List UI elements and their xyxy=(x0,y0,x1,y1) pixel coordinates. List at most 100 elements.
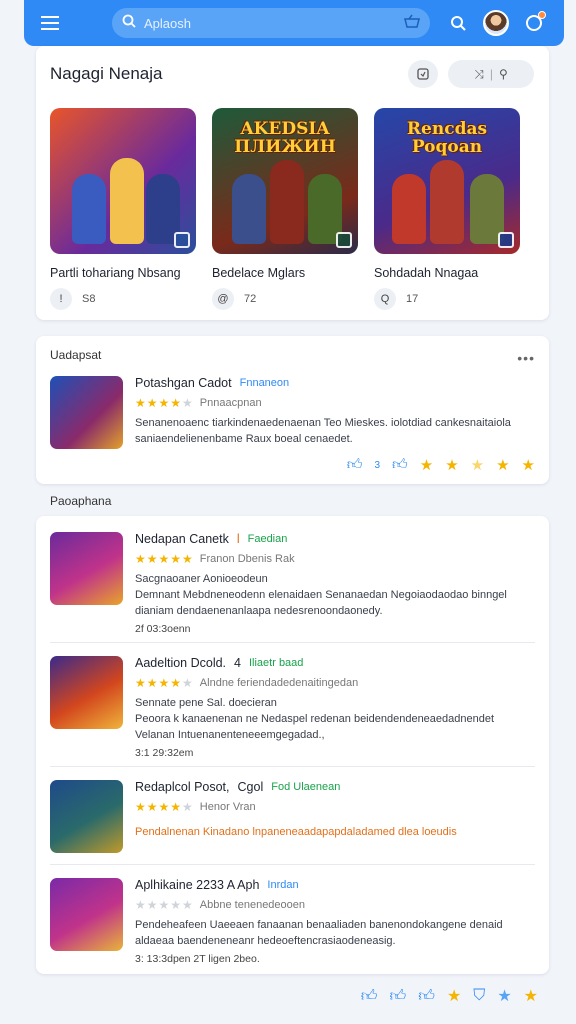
list-item[interactable]: Nedapan Canetk l Faedian ★★★★★ Franon Db… xyxy=(50,532,535,635)
game-count: 17 xyxy=(406,293,419,305)
item-title: Aadeltion Dcold. xyxy=(135,656,227,670)
item-title: Nedapan Canetk xyxy=(135,532,229,546)
popular-card: Nedapan Canetk l Faedian ★★★★★ Franon Db… xyxy=(36,516,549,974)
featured-card: Nagagi Nenaja ⤨ | ⚲ Partli tohariang Nbs… xyxy=(36,46,549,320)
search-icon xyxy=(122,14,136,33)
thumb-up-icon[interactable]: 👍︎ xyxy=(361,987,378,1006)
game-logo: AKEDSIA ПЛИЖИН xyxy=(234,119,336,157)
rating-stars: ★★★★★ xyxy=(135,898,194,912)
game-title: Bedelace Mglars xyxy=(212,266,306,280)
item-thumbnail[interactable] xyxy=(50,532,123,605)
section-title: Paoaphana xyxy=(50,494,112,508)
rating-stars: ★★★★★ xyxy=(135,396,194,410)
game-count: S8 xyxy=(82,293,96,305)
shield-icon[interactable]: ⛉ xyxy=(473,987,485,1005)
divider xyxy=(50,864,535,865)
item-title: Redaplcol Posot, xyxy=(135,780,230,794)
item-meta: 3: 13:3dpen 2T ligen 2beo. xyxy=(135,953,260,965)
app-header xyxy=(24,0,564,46)
search-icon[interactable] xyxy=(444,9,472,37)
avatar[interactable] xyxy=(482,9,510,37)
search-icon[interactable]: ⚲ xyxy=(499,67,508,81)
list-item[interactable]: Aplhikaine 2233 A Aph Inrdan ★★★★★ Abbne… xyxy=(50,878,535,965)
item-meta: 2f 03:3oenn xyxy=(135,623,191,635)
list-item[interactable]: Redaplcol Posot, Cgol Fod Ulaenean ★★★★★… xyxy=(50,780,535,853)
rating-stars: ★★★★★ xyxy=(135,676,194,690)
item-description: Pendalnenan Kinadano lnpaneneaadapapdala… xyxy=(135,826,457,838)
item-title-mark: l xyxy=(236,532,240,546)
square-icon xyxy=(417,68,429,80)
divider xyxy=(50,642,535,643)
item-thumbnail[interactable] xyxy=(50,780,123,853)
divider xyxy=(50,766,535,767)
rating-text: Abbne tenenedeooen xyxy=(199,899,306,911)
filter-button[interactable] xyxy=(408,60,438,88)
star-icon[interactable]: ★ xyxy=(447,986,461,1006)
item-tag: Faedian xyxy=(247,533,288,545)
star-icon[interactable]: ★ xyxy=(524,986,538,1006)
rating-text: Pnnaacpnan xyxy=(199,397,262,409)
basket-icon[interactable] xyxy=(404,14,420,33)
item-tag: Fod Ulaenean xyxy=(271,781,341,793)
star-icon[interactable]: ★ xyxy=(420,456,433,474)
thumb-up-icon[interactable]: 👍︎ xyxy=(418,987,435,1006)
like-count: 3 xyxy=(374,459,381,471)
game-tile[interactable]: Rencdas Poqoan Sohdadah Nnagaa Q 17 xyxy=(374,108,520,310)
thumb-up-icon[interactable]: 👍︎ xyxy=(347,456,363,474)
item-thumbnail[interactable] xyxy=(50,656,123,729)
game-title: Partli tohariang Nbsang xyxy=(50,266,181,280)
rating-text: Henor Vran xyxy=(199,801,256,813)
game-thumbnail[interactable] xyxy=(50,108,196,254)
item-tag: Fnnaneon xyxy=(239,377,290,389)
at-icon[interactable]: @ xyxy=(212,288,234,310)
search-icon[interactable]: Q xyxy=(374,288,396,310)
game-thumbnail[interactable]: AKEDSIA ПЛИЖИН xyxy=(212,108,358,254)
rating-stars: ★★★★★ xyxy=(135,552,194,566)
view-toggle[interactable]: ⤨ | ⚲ xyxy=(448,60,534,88)
updates-card: Uadapsat ••• Potashgan Cadot Fnnaneon ★★… xyxy=(36,336,549,484)
info-icon[interactable]: ! xyxy=(50,288,72,310)
rating-text: Alndne feriendadedenaitingedan xyxy=(199,677,359,689)
item-tag: Inrdan xyxy=(267,879,299,891)
search-input[interactable] xyxy=(144,15,396,31)
item-thumbnail[interactable] xyxy=(50,878,123,951)
page-title: Nagagi Nenaja xyxy=(50,64,163,83)
star-icon[interactable]: ★ xyxy=(445,456,458,474)
menu-icon[interactable] xyxy=(36,9,64,37)
list-item[interactable]: Aadeltion Dcold. 4 Iliaetr baad ★★★★★ Al… xyxy=(50,656,535,759)
item-meta: 3:1 29:32em xyxy=(135,747,194,759)
notification-icon[interactable] xyxy=(520,9,548,37)
list-item[interactable]: Potashgan Cadot Fnnaneon ★★★★★ Pnnaacpna… xyxy=(50,376,535,449)
thumb-up-icon[interactable]: 👍︎ xyxy=(389,987,406,1006)
game-logo: Rencdas Poqoan xyxy=(406,119,488,157)
rating-stars: ★★★★★ xyxy=(135,800,194,814)
section-title: Uadapsat xyxy=(50,348,102,362)
item-title: Aplhikaine 2233 A Aph xyxy=(135,878,260,892)
featured-games: Partli tohariang Nbsang ! S8 AKEDSIA ПЛИ… xyxy=(50,108,520,310)
game-title: Sohdadah Nnagaa xyxy=(374,266,479,280)
star-icon[interactable]: ★ xyxy=(497,986,511,1006)
item-description: Peoora k kanaenenan ne Nedaspel redenan … xyxy=(135,713,495,741)
star-half-icon[interactable]: ★ xyxy=(471,456,484,474)
item-description: Senanenoaenc tiarkindenaedenaenan Teo Mi… xyxy=(135,417,511,445)
thumb-up-icon[interactable]: 👍︎ xyxy=(392,456,408,474)
shuffle-icon[interactable]: ⤨ xyxy=(474,67,484,82)
more-options-icon[interactable]: ••• xyxy=(517,350,535,366)
search-bar[interactable] xyxy=(112,8,430,38)
item-title: Potashgan Cadot xyxy=(135,376,232,390)
footer-actions: 👍︎ 👍︎ 👍︎ ★ ⛉ ★ ★ xyxy=(361,986,538,1006)
game-tile[interactable]: AKEDSIA ПЛИЖИН Bedelace Mglars @ 72 xyxy=(212,108,358,310)
game-count: 72 xyxy=(244,293,257,305)
item-description: Demnant Mebdneneodenn elenaidaen Senanae… xyxy=(135,589,507,617)
game-thumbnail[interactable]: Rencdas Poqoan xyxy=(374,108,520,254)
item-actions: 👍︎ 3 👍︎ ★ ★ ★ ★ ★ xyxy=(347,456,535,474)
star-icon[interactable]: ★ xyxy=(522,456,535,474)
game-tile[interactable]: Partli tohariang Nbsang ! S8 xyxy=(50,108,196,310)
star-icon[interactable]: ★ xyxy=(496,456,509,474)
item-thumbnail[interactable] xyxy=(50,376,123,449)
item-subtitle: Sacgnaoaner Aonioeodeun xyxy=(135,573,268,585)
item-subtitle: Sennate pene Sal. doecieran xyxy=(135,697,277,709)
item-tag: Iliaetr baad xyxy=(248,657,304,669)
item-title-mark: 4 xyxy=(234,656,241,670)
item-title-mark: Cgol xyxy=(237,780,264,794)
